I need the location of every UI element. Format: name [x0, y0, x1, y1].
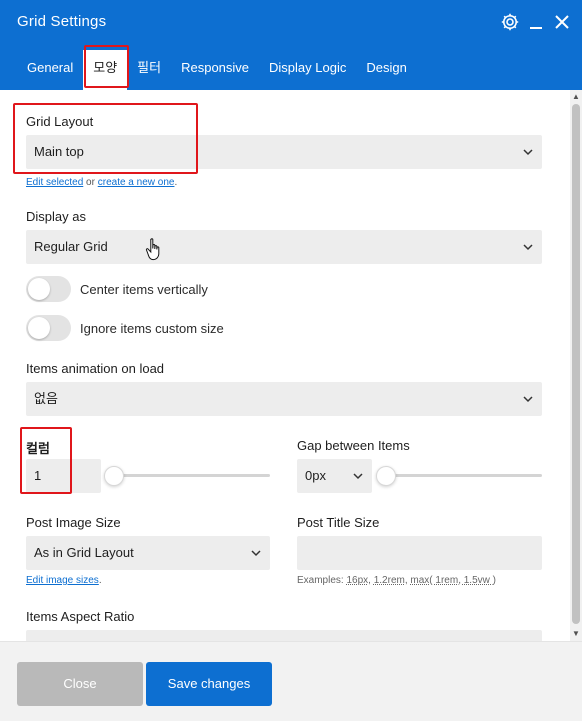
tab-responsive[interactable]: Responsive	[171, 50, 259, 88]
post-title-size-input[interactable]	[297, 536, 542, 570]
hint-prefix: Examples:	[297, 575, 344, 586]
hint-example-2: 1.2rem	[373, 575, 405, 586]
animation-value: 없음	[34, 391, 58, 406]
grid-layout-value: Main top	[34, 144, 84, 159]
aspect-ratio-label: Items Aspect Ratio	[26, 609, 135, 624]
image-sizes-links: Edit image sizes.	[26, 575, 102, 586]
settings-panel[interactable]: Grid Layout Main top Edit selected or cr…	[0, 90, 582, 641]
center-items-toggle[interactable]	[26, 276, 71, 302]
toggle-knob	[28, 317, 50, 339]
columns-label: 컬럼	[26, 441, 50, 456]
scrollbar[interactable]: ▲ ▼	[570, 90, 582, 641]
tab-display-logic[interactable]: Display Logic	[259, 50, 356, 88]
chevron-down-icon	[353, 473, 363, 480]
chevron-down-icon	[523, 149, 533, 156]
close-icon[interactable]	[552, 11, 572, 33]
hand-cursor-icon	[145, 238, 160, 261]
animation-select[interactable]: 없음	[26, 382, 542, 416]
tab-highlight-box	[84, 45, 129, 88]
columns-input[interactable]: 1	[26, 459, 101, 493]
display-as-label: Display as	[26, 209, 86, 224]
chevron-down-icon	[251, 550, 261, 557]
ignore-size-label: Ignore items custom size	[80, 321, 224, 336]
close-button[interactable]: Close	[17, 662, 143, 706]
scrollbar-thumb[interactable]	[572, 104, 580, 624]
display-as-select[interactable]: Regular Grid	[26, 230, 542, 264]
columns-slider-track[interactable]	[108, 474, 270, 477]
toggle-knob	[28, 278, 50, 300]
header-icons	[500, 11, 572, 33]
chevron-down-icon	[523, 396, 533, 403]
columns-slider-handle[interactable]	[104, 466, 124, 486]
post-image-size-label: Post Image Size	[26, 515, 121, 530]
minimize-icon[interactable]	[526, 11, 546, 33]
chevron-down-icon	[523, 244, 533, 251]
gear-icon[interactable]	[500, 11, 520, 33]
tab-filter[interactable]: 필터	[127, 50, 171, 88]
scroll-up-arrow-icon[interactable]: ▲	[572, 93, 580, 101]
hint-example-1: 16px	[346, 575, 369, 586]
ignore-size-toggle[interactable]	[26, 315, 71, 341]
save-changes-button[interactable]: Save changes	[146, 662, 272, 706]
edit-image-sizes-link[interactable]: Edit image sizes	[26, 575, 99, 586]
edit-selected-link[interactable]: Edit selected	[26, 177, 83, 188]
animation-label: Items animation on load	[26, 361, 165, 376]
gap-select[interactable]: 0px	[297, 459, 372, 493]
tab-bar: General 모양 필터 Responsive Display Logic D…	[0, 50, 417, 90]
image-sizes-link-end: .	[98, 575, 102, 586]
gap-value: 0px	[305, 468, 326, 483]
post-image-size-select[interactable]: As in Grid Layout	[26, 536, 270, 570]
tab-design[interactable]: Design	[356, 50, 416, 88]
center-items-label: Center items vertically	[80, 282, 208, 297]
footer-bar: Close Save changes	[0, 641, 582, 721]
gap-label: Gap between Items	[297, 438, 410, 453]
grid-layout-links: Edit selected or create a new one.	[26, 177, 177, 188]
gap-slider-track[interactable]	[380, 474, 542, 477]
scroll-down-arrow-icon[interactable]: ▼	[572, 630, 580, 638]
aspect-ratio-select[interactable]	[26, 630, 542, 641]
window-title: Grid Settings	[17, 13, 107, 30]
create-new-link[interactable]: create a new one	[98, 177, 175, 188]
post-image-size-value: As in Grid Layout	[34, 545, 134, 560]
gap-slider-handle[interactable]	[376, 466, 396, 486]
tab-general[interactable]: General	[0, 50, 83, 88]
grid-layout-select[interactable]: Main top	[26, 135, 542, 169]
links-end: .	[174, 177, 178, 188]
links-separator: or	[86, 177, 95, 188]
hint-example-3: max( 1rem, 1.5vw )	[410, 575, 496, 586]
display-as-value: Regular Grid	[34, 239, 108, 254]
post-title-size-hint: Examples: 16px, 1.2rem, max( 1rem, 1.5vw…	[297, 575, 496, 586]
grid-layout-label: Grid Layout	[26, 114, 94, 129]
post-title-size-label: Post Title Size	[297, 515, 380, 530]
